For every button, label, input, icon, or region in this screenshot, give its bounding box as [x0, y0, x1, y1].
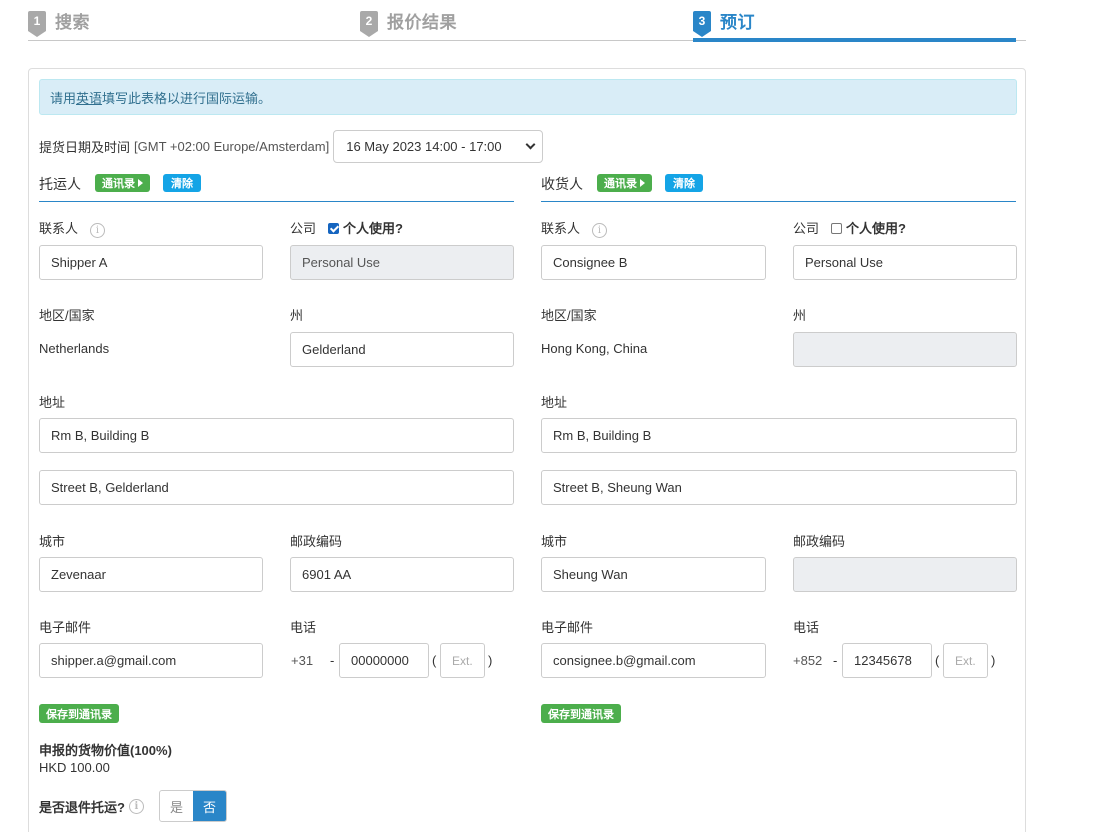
return-no-option[interactable]: 否: [193, 791, 226, 821]
step-indicator: 1 搜索 2 报价结果 3 预订: [28, 0, 1026, 44]
step-number: 3: [693, 10, 711, 37]
english-notice: 请用 英语 填写此表格以进行国际运输。: [39, 79, 1017, 115]
consignee-contact-label: 联系人 i: [541, 218, 608, 238]
timezone-label: [GMT +02:00 Europe/Amsterdam]: [134, 139, 330, 154]
shipper-email-input[interactable]: shipper.a@gmail.com: [39, 643, 263, 678]
shipper-contact-label: 联系人 i: [39, 218, 106, 238]
consignee-address2-input[interactable]: Street B, Sheung Wan: [541, 470, 1017, 505]
consignee-clear-button[interactable]: 清除: [665, 174, 703, 192]
return-shipment-label: 是否退件托运? i: [39, 797, 144, 816]
chevron-down-icon: [525, 139, 536, 150]
caret-right-icon: [640, 179, 645, 187]
paren-open: (: [432, 653, 437, 668]
shipper-personal-checkbox[interactable]: [328, 223, 340, 234]
consignee-save-button[interactable]: 保存到通讯录: [541, 704, 621, 723]
shipper-save-button[interactable]: 保存到通讯录: [39, 704, 119, 723]
consignee-phone-code: +852: [793, 653, 823, 668]
consignee-city-label: 城市: [541, 534, 568, 549]
consignee-phone-label: 电话: [793, 620, 820, 635]
pickup-row: 提货日期及时间 [GMT +02:00 Europe/Amsterdam] 16…: [39, 130, 544, 163]
consignee-title: 收货人: [541, 176, 583, 192]
declared-value: HKD 100.00: [39, 760, 110, 775]
consignee-postal-label: 邮政编码: [793, 534, 846, 549]
shipper-company-label: 公司 个人使用?: [290, 221, 403, 236]
info-icon[interactable]: i: [592, 223, 608, 238]
return-yes-option[interactable]: 是: [160, 791, 193, 821]
consignee-country-value: Hong Kong, China: [541, 341, 648, 356]
consignee-postal-input[interactable]: [793, 557, 1017, 592]
shipper-email-label: 电子邮件: [39, 620, 92, 635]
shipper-country-label: 地区/国家: [39, 308, 95, 323]
shipper-address1-input[interactable]: Rm B, Building B: [39, 418, 514, 453]
consignee-contact-input[interactable]: Consignee B: [541, 245, 766, 280]
consignee-personal-checkbox[interactable]: [831, 223, 843, 234]
consignee-address1-input[interactable]: Rm B, Building B: [541, 418, 1017, 453]
shipper-address-book-button[interactable]: 通讯录: [95, 174, 150, 192]
shipper-state-label: 州: [290, 308, 304, 323]
paren-open: (: [935, 653, 940, 668]
consignee-country-label: 地区/国家: [541, 308, 597, 323]
consignee-email-input[interactable]: consignee.b@gmail.com: [541, 643, 766, 678]
consignee-phone-input[interactable]: 12345678: [842, 643, 932, 678]
step-quote-results[interactable]: 2 报价结果: [360, 8, 457, 37]
step-label: 报价结果: [387, 13, 457, 32]
consignee-state-input[interactable]: [793, 332, 1017, 367]
phone-dash: -: [330, 653, 335, 668]
shipper-phone-input[interactable]: 00000000: [339, 643, 429, 678]
shipper-clear-button[interactable]: 清除: [163, 174, 201, 192]
paren-close: ): [488, 653, 493, 668]
phone-dash: -: [833, 653, 838, 668]
return-shipment-toggle: 是 否: [159, 790, 227, 822]
step-booking[interactable]: 3 预订: [693, 8, 755, 37]
shipper-address-label: 地址: [39, 395, 66, 410]
step-number: 1: [28, 10, 46, 37]
shipper-title: 托运人: [39, 176, 81, 192]
english-link[interactable]: 英语: [76, 88, 102, 107]
shipper-header: 托运人 通讯录 清除: [39, 174, 514, 202]
step-number: 2: [360, 10, 378, 37]
shipper-state-input[interactable]: Gelderland: [290, 332, 514, 367]
step-search[interactable]: 1 搜索: [28, 8, 90, 37]
info-icon[interactable]: i: [128, 799, 144, 814]
declared-value-label: 申报的货物价值(100%): [39, 743, 172, 758]
consignee-ext-input[interactable]: Ext.: [943, 643, 988, 678]
consignee-city-input[interactable]: Sheung Wan: [541, 557, 766, 592]
paren-close: ): [991, 653, 996, 668]
step-label: 搜索: [55, 13, 90, 32]
shipper-phone-code: +31: [291, 653, 314, 668]
booking-form: 请用 英语 填写此表格以进行国际运输。 提货日期及时间 [GMT +02:00 Eu…: [28, 68, 1026, 832]
step-label: 预订: [720, 13, 755, 32]
consignee-address-label: 地址: [541, 395, 568, 410]
consignee-company-label: 公司 个人使用?: [793, 221, 906, 236]
pickup-time-select[interactable]: 16 May 2023 14:00 - 17:00: [333, 130, 544, 163]
consignee-state-label: 州: [793, 308, 807, 323]
shipper-city-label: 城市: [39, 534, 66, 549]
consignee-company-input[interactable]: Personal Use: [793, 245, 1017, 280]
active-step-underline: [693, 38, 1016, 42]
shipper-company-input[interactable]: Personal Use: [290, 245, 514, 280]
consignee-email-label: 电子邮件: [541, 620, 594, 635]
shipper-ext-input[interactable]: Ext.: [440, 643, 485, 678]
shipper-country-value: Netherlands: [39, 341, 110, 356]
shipper-postal-label: 邮政编码: [290, 534, 343, 549]
caret-right-icon: [138, 179, 143, 187]
consignee-header: 收货人 通讯录 清除: [541, 174, 1016, 202]
shipper-contact-input[interactable]: Shipper A: [39, 245, 263, 280]
consignee-address-book-button[interactable]: 通讯录: [597, 174, 652, 192]
shipper-city-input[interactable]: Zevenaar: [39, 557, 263, 592]
shipper-phone-label: 电话: [290, 620, 317, 635]
info-icon[interactable]: i: [90, 223, 106, 238]
shipper-postal-input[interactable]: 6901 AA: [290, 557, 514, 592]
shipper-address2-input[interactable]: Street B, Gelderland: [39, 470, 514, 505]
pickup-label: 提货日期及时间: [39, 140, 131, 155]
